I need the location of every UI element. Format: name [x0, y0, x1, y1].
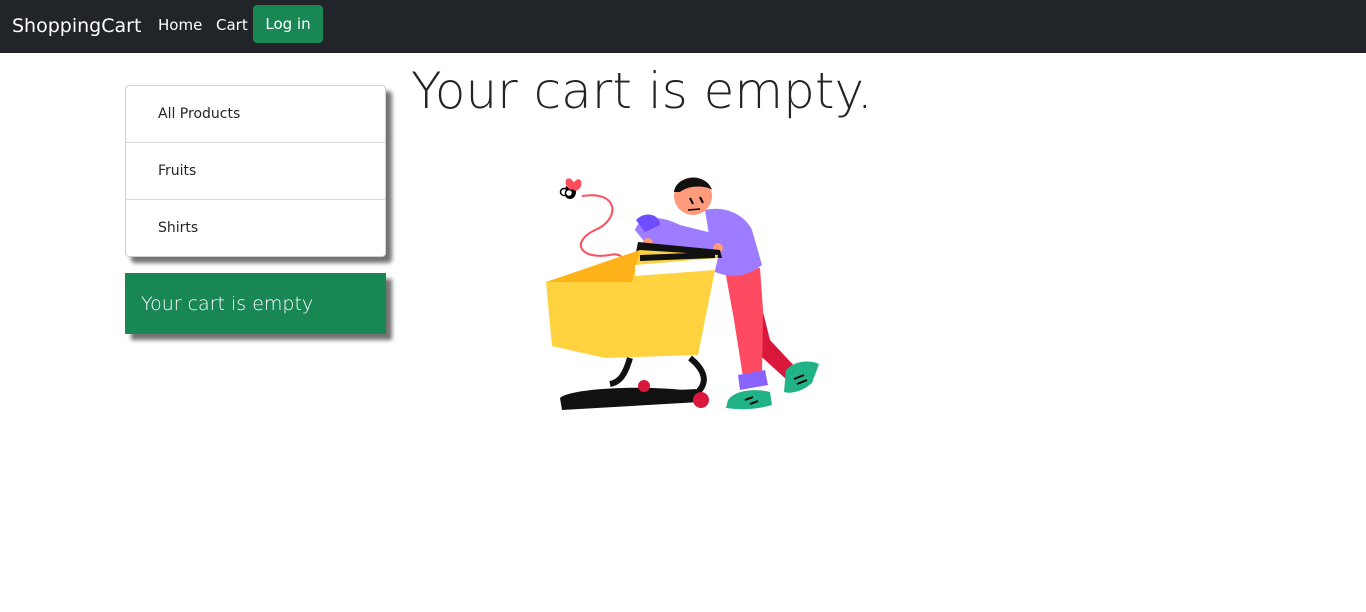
category-item-fruits[interactable]: Fruits	[126, 143, 385, 200]
category-item-shirts[interactable]: Shirts	[126, 200, 385, 256]
page-title: Your cart is empty.	[411, 62, 873, 120]
login-button[interactable]: Log in	[253, 5, 323, 43]
navbar: ShoppingCart Home Cart Log in	[0, 0, 1366, 53]
cart-status-text: Your cart is empty	[141, 293, 314, 315]
fly-icon	[559, 178, 582, 199]
nav-cart-link[interactable]: Cart	[216, 15, 248, 35]
category-item-all-products[interactable]: All Products	[126, 86, 385, 143]
cart-status-box: Your cart is empty	[125, 273, 386, 334]
nav-home-link[interactable]: Home	[158, 15, 202, 35]
category-list: All Products Fruits Shirts	[125, 85, 386, 257]
empty-cart-illustration	[546, 177, 819, 410]
brand-link[interactable]: ShoppingCart	[12, 13, 141, 39]
